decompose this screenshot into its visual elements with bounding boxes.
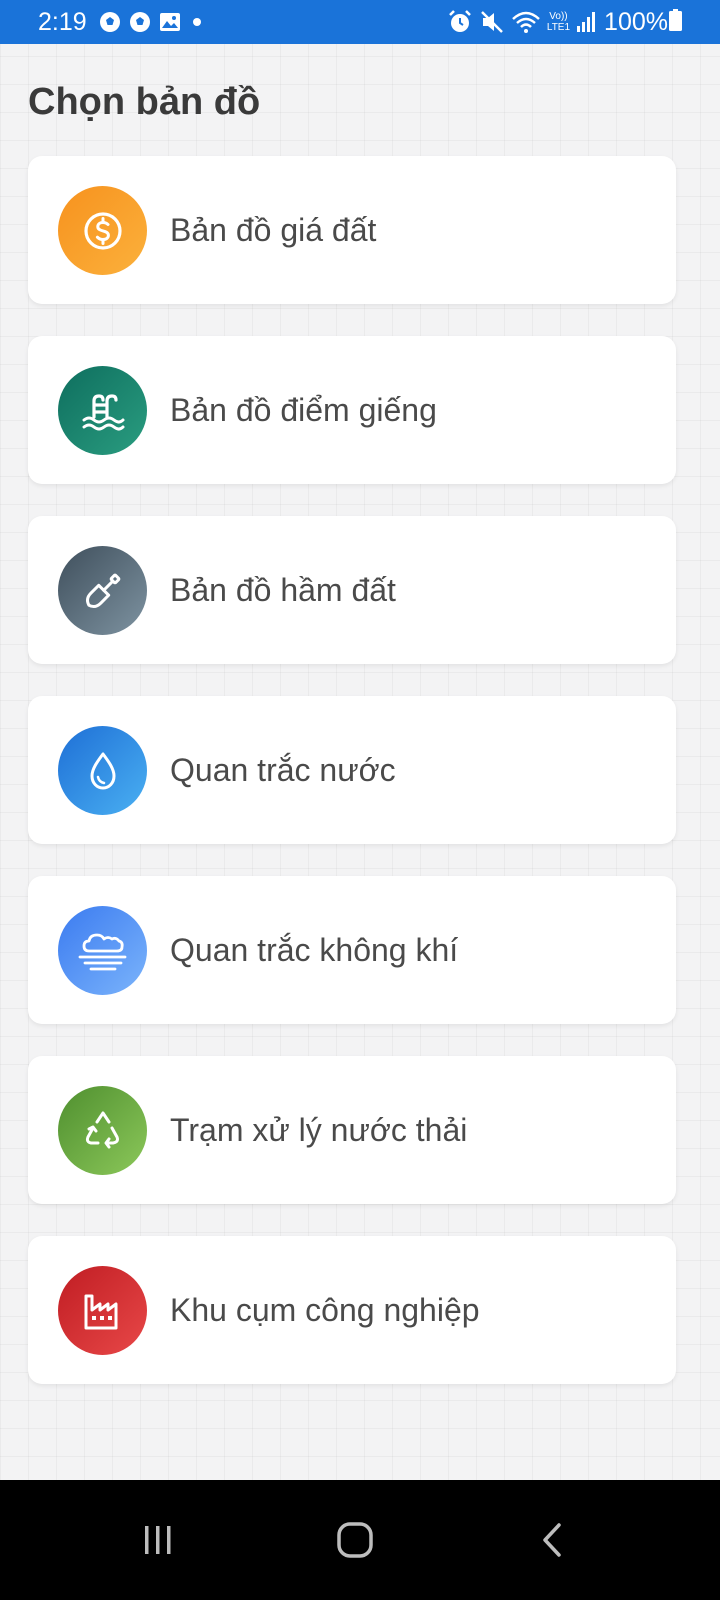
dot-icon <box>193 18 201 26</box>
menu-item-underground-map[interactable]: Bản đồ hầm đất <box>28 516 676 664</box>
battery-percent: 100% <box>604 8 668 36</box>
mute-icon <box>480 11 503 33</box>
menu-item-water-monitoring[interactable]: Quan trắc nước <box>28 696 676 844</box>
volte-icon: Vo)) LTE1 <box>547 11 570 33</box>
battery-icon <box>669 9 682 31</box>
lte-label: LTE1 <box>546 22 571 33</box>
wifi-icon <box>512 11 540 33</box>
page-title: Chọn bản đồ <box>28 81 261 123</box>
menu-item-label: Quan trắc không khí <box>170 931 459 968</box>
alarm-icon <box>448 10 471 32</box>
status-left-icons <box>98 9 206 35</box>
recent-apps-button[interactable] <box>118 1504 198 1576</box>
menu-item-wastewater-station[interactable]: Trạm xử lý nước thải <box>28 1056 676 1204</box>
status-bar: 2:19 Vo)) LTE1 100% <box>0 0 720 44</box>
volte-label: Vo)) <box>549 11 568 22</box>
menu-item-air-monitoring[interactable]: Quan trắc không khí <box>28 876 676 1024</box>
menu-item-label: Khu cụm công nghiệp <box>170 1291 480 1328</box>
soccer-ball-icon <box>100 12 120 32</box>
soccer-ball-icon <box>130 12 150 32</box>
water-drop-icon <box>58 726 147 815</box>
home-button[interactable] <box>315 1504 395 1576</box>
menu-item-label: Bản đồ điểm giếng <box>170 391 437 428</box>
recent-apps-icon <box>145 1526 171 1554</box>
status-time: 2:19 <box>38 8 87 36</box>
map-menu-list: Bản đồ giá đất Bản đồ điểm giếng Bản đồ … <box>28 156 676 1416</box>
back-button[interactable] <box>513 1504 593 1576</box>
home-icon <box>337 1522 373 1558</box>
status-right-icons: Vo)) LTE1 100% <box>447 8 668 36</box>
menu-item-land-price-map[interactable]: Bản đồ giá đất <box>28 156 676 304</box>
cloud-wind-icon <box>58 906 147 995</box>
signal-icon <box>577 12 596 32</box>
menu-item-label: Bản đồ giá đất <box>170 211 377 248</box>
pool-ladder-icon <box>58 366 147 455</box>
factory-icon <box>58 1266 147 1355</box>
back-icon <box>543 1523 561 1557</box>
menu-item-industrial-cluster[interactable]: Khu cụm công nghiệp <box>28 1236 676 1384</box>
dollar-coin-icon <box>58 186 147 275</box>
menu-item-label: Trạm xử lý nước thải <box>170 1111 468 1148</box>
menu-item-well-map[interactable]: Bản đồ điểm giếng <box>28 336 676 484</box>
menu-item-label: Quan trắc nước <box>170 751 396 788</box>
image-icon <box>160 13 180 31</box>
navigation-bar <box>0 1480 720 1600</box>
recycle-icon <box>58 1086 147 1175</box>
shovel-icon <box>58 546 147 635</box>
menu-item-label: Bản đồ hầm đất <box>170 571 396 608</box>
